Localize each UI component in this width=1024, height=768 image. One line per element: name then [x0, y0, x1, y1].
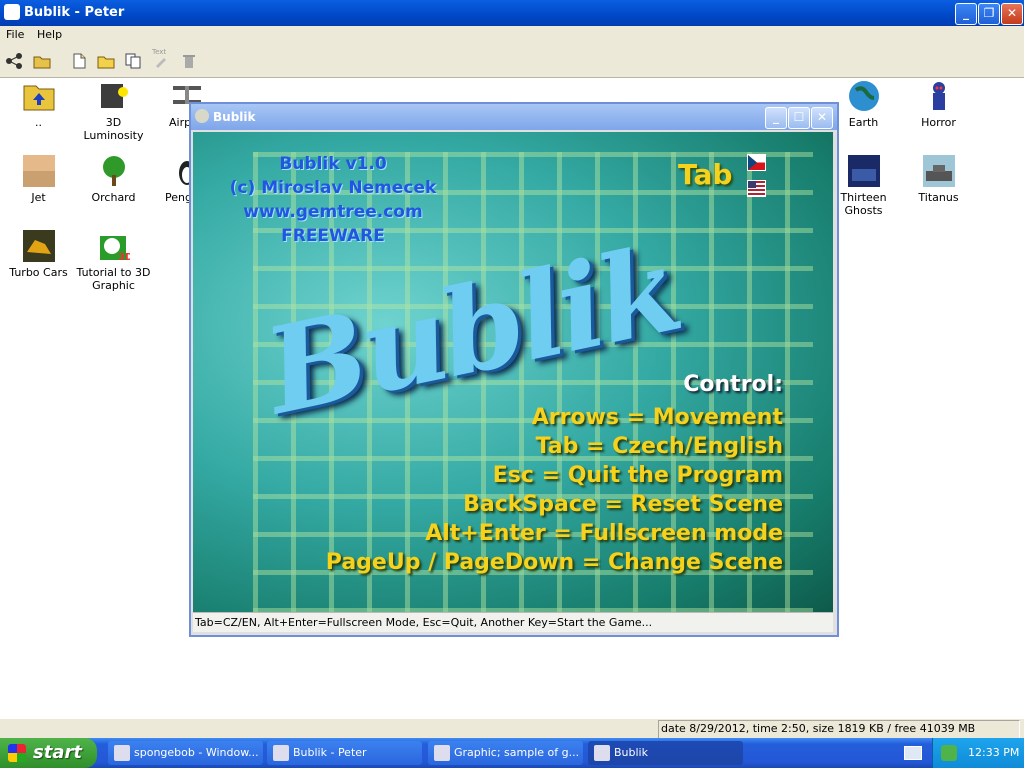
keyboard-icon[interactable]	[904, 746, 922, 760]
tank-icon	[922, 155, 955, 187]
trash-icon[interactable]	[180, 52, 198, 70]
credit-line: www.gemtree.com	[243, 202, 423, 222]
czech-flag-icon[interactable]	[747, 154, 766, 171]
main-title-bar[interactable]: Bublik - Peter _ ❐ ✕	[0, 0, 1024, 26]
taskbar-item-active[interactable]: Bublik	[588, 741, 743, 765]
taskbar-item[interactable]: Graphic; sample of g...	[428, 741, 583, 765]
list-item[interactable]: Jet	[1, 155, 76, 204]
toolbar: Text	[0, 45, 1024, 78]
control-line: PageUp / PageDown = Change Scene	[325, 550, 783, 575]
credit-line: (c) Miroslav Nemecek	[229, 178, 437, 198]
network-icon[interactable]	[5, 52, 23, 70]
item-label: Jet	[31, 191, 46, 204]
race-car-icon	[22, 230, 55, 262]
control-line: Esc = Quit the Program	[492, 463, 783, 488]
status-bar: date 8/29/2012, time 2:50, size 1819 KB …	[0, 718, 1024, 739]
controls-block: Control: Arrows = Movement Tab = Czech/E…	[326, 372, 783, 577]
ghosts-scene-icon	[847, 155, 880, 187]
taskbar-item[interactable]: spongebob - Window...	[108, 741, 263, 765]
item-label: 3D Luminosity	[83, 116, 144, 142]
bublik-title-icon	[195, 109, 209, 123]
list-item[interactable]: Airp	[151, 80, 201, 129]
item-label: Peng	[165, 191, 192, 204]
list-item[interactable]: 3D Tutorial to 3D Graphic	[76, 230, 151, 292]
text-edit-icon[interactable]: Text	[152, 48, 170, 70]
credit-line: Bublik v1.0	[279, 154, 387, 174]
control-line: Tab = Czech/English	[535, 434, 783, 459]
taskbar-item[interactable]: Bublik - Peter	[267, 741, 422, 765]
list-item[interactable]: 3D Luminosity	[76, 80, 151, 142]
item-label: ..	[35, 116, 42, 129]
svg-text:3D: 3D	[118, 252, 130, 262]
tab-label: Tab	[678, 158, 733, 191]
close-button[interactable]: ✕	[1001, 3, 1023, 25]
new-file-icon[interactable]	[70, 52, 88, 70]
list-item[interactable]: Titanus	[901, 155, 976, 204]
bublik-app-icon	[4, 4, 20, 20]
menu-file[interactable]: File	[6, 28, 24, 41]
item-label: Horror	[921, 116, 956, 129]
open-folder-icon[interactable]	[33, 52, 51, 70]
clock[interactable]: 12:33 PM	[968, 746, 1019, 759]
bublik-title: Bublik	[213, 110, 256, 124]
menu-help[interactable]: Help	[37, 28, 62, 41]
maximize-button[interactable]: ❐	[978, 3, 1000, 25]
status-text: date 8/29/2012, time 2:50, size 1819 KB …	[658, 720, 1020, 739]
credits-block: Bublik v1.0 (c) Miroslav Nemecek www.gem…	[223, 152, 443, 248]
item-label: Airp	[169, 116, 192, 129]
bublik-close-button[interactable]: ✕	[811, 107, 833, 129]
menu-bar: File Help	[0, 26, 1024, 45]
tree-icon	[98, 155, 130, 187]
window-icon	[114, 745, 130, 761]
bublik-minimize-button[interactable]: _	[765, 107, 787, 129]
new-folder-icon[interactable]	[97, 52, 115, 70]
controls-heading: Control:	[683, 372, 783, 397]
bublik-window[interactable]: Bublik _ ☐ ✕ Bublik v1.0 (c) Miroslav Ne…	[189, 102, 839, 637]
list-item[interactable]: ..	[1, 80, 76, 129]
item-label: Tutorial to 3D Graphic	[76, 266, 151, 292]
item-label: Titanus	[918, 191, 959, 204]
copy-icon[interactable]	[124, 52, 142, 70]
taskbar: start spongebob - Window... Bublik - Pet…	[0, 738, 1024, 768]
list-item[interactable]: Peng	[151, 155, 195, 204]
control-line: Alt+Enter = Fullscreen mode	[425, 521, 783, 546]
list-item[interactable]: Turbo Cars	[1, 230, 76, 279]
graphic-app-icon	[434, 745, 450, 761]
control-line: BackSpace = Reset Scene	[463, 492, 783, 517]
minimize-button[interactable]: _	[955, 3, 977, 25]
us-flag-icon[interactable]	[747, 180, 766, 197]
horror-figure-icon	[923, 80, 955, 112]
jet-icon	[22, 155, 55, 187]
window-title: Bublik - Peter	[24, 5, 125, 20]
luminosity-cube-icon	[98, 80, 130, 112]
credit-line: FREEWARE	[281, 226, 385, 246]
bublik-ball-icon	[594, 745, 610, 761]
network-tray-icon[interactable]	[941, 745, 957, 761]
rabbit-3d-icon: 3D	[98, 230, 133, 263]
system-tray: 12:33 PM	[932, 738, 1024, 768]
start-button[interactable]: start	[0, 738, 97, 768]
item-label: Earth	[848, 116, 879, 129]
list-item[interactable]: Orchard	[76, 155, 151, 204]
item-label: Turbo Cars	[9, 266, 68, 279]
item-label: Thirteen Ghosts	[840, 191, 887, 217]
bublik-title-bar[interactable]: Bublik _ ☐ ✕	[191, 104, 837, 130]
bublik-maximize-button[interactable]: ☐	[788, 107, 810, 129]
earth-globe-icon	[848, 80, 880, 112]
game-splash-screen[interactable]: Bublik v1.0 (c) Miroslav Nemecek www.gem…	[193, 132, 833, 612]
windows-logo-icon	[8, 744, 26, 762]
parent-folder-icon	[23, 80, 55, 112]
bublik-status-bar: Tab=CZ/EN, Alt+Enter=Fullscreen Mode, Es…	[193, 612, 833, 632]
item-label: Orchard	[91, 191, 136, 204]
list-item[interactable]: Horror	[901, 80, 976, 129]
bublik-rabbit-icon	[273, 745, 289, 761]
control-line: Arrows = Movement	[531, 405, 783, 430]
